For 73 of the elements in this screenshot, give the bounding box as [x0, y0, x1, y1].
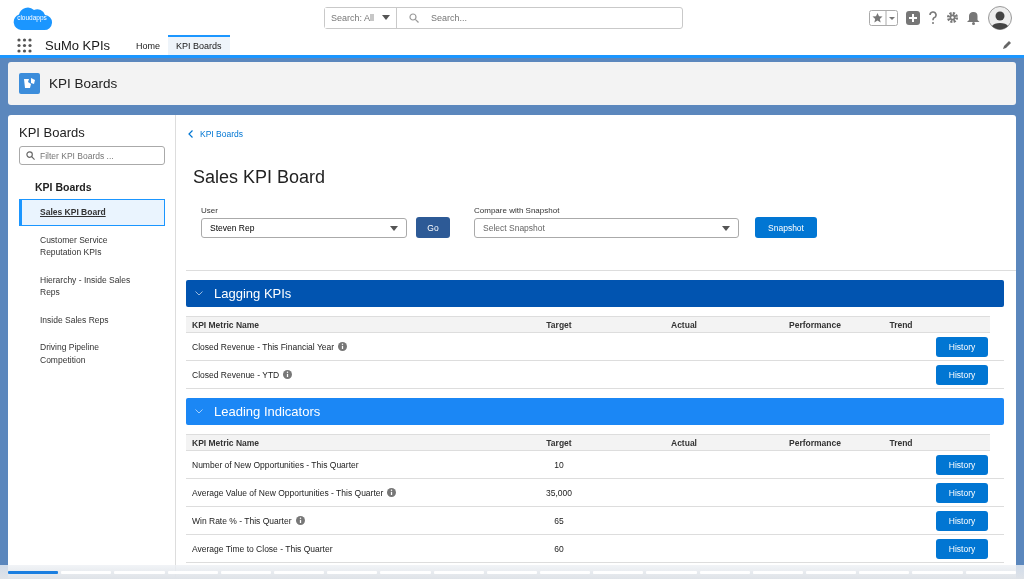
- snapshot-button[interactable]: Snapshot: [755, 217, 817, 238]
- history-button[interactable]: History: [936, 336, 988, 357]
- target-value: 35,000: [546, 487, 572, 498]
- nav-tab[interactable]: KPI Boards: [168, 35, 230, 55]
- caret-icon: [382, 15, 391, 20]
- section-title: Leading Indicators: [214, 404, 321, 419]
- info-icon[interactable]: [387, 488, 397, 497]
- metric-name: Closed Revenue - This Financial Year: [192, 341, 335, 352]
- column-header: Actual: [671, 319, 697, 330]
- column-header: Performance: [789, 319, 841, 330]
- nav-tab[interactable]: Home: [128, 35, 169, 55]
- target-value: 60: [554, 543, 564, 554]
- search-field[interactable]: Search...: [397, 7, 682, 28]
- sidebar-group-title: KPI Boards: [35, 181, 93, 193]
- caret-icon: [722, 225, 730, 231]
- search-scope-dropdown[interactable]: Search: All: [325, 7, 398, 28]
- search-bar[interactable]: Search: All Search...: [324, 6, 683, 29]
- column-header: Target: [546, 437, 572, 448]
- sidebar-title: KPI Boards: [19, 125, 86, 140]
- history-button[interactable]: History: [936, 482, 988, 503]
- app-name: SuMo KPIs: [45, 37, 111, 53]
- snapshot-dropdown[interactable]: Select Snapshot: [474, 218, 739, 238]
- metric-name: Average Value of New Opportunities - This Quarter: [192, 487, 384, 498]
- field-label: Compare with Snapshot: [474, 206, 561, 215]
- help-icon[interactable]: [928, 10, 938, 25]
- kpi-board-icon: [19, 73, 40, 94]
- sidebar-item[interactable]: Driving Pipeline Competition: [19, 334, 165, 373]
- info-icon[interactable]: [295, 516, 305, 525]
- column-header: Trend: [889, 437, 913, 448]
- column-header: Actual: [671, 437, 697, 448]
- column-header: Performance: [789, 437, 841, 448]
- metric-name: Number of New Opportunities - This Quarter: [192, 459, 359, 470]
- sidebar-item[interactable]: Sales KPI Board: [19, 199, 165, 226]
- caret-icon: [390, 225, 398, 231]
- target-value: 65: [554, 515, 564, 526]
- avatar-icon[interactable]: [988, 5, 1012, 30]
- metric-name: Closed Revenue - YTD: [192, 369, 280, 380]
- column-header: Target: [546, 319, 572, 330]
- board-title: Sales KPI Board: [193, 167, 327, 188]
- sidebar-item[interactable]: Inside Sales Reps: [19, 306, 165, 333]
- column-header: KPI Metric Name: [192, 437, 260, 448]
- info-icon[interactable]: [338, 342, 348, 351]
- history-button[interactable]: History: [936, 538, 988, 559]
- history-button[interactable]: History: [936, 454, 988, 475]
- chevron-left-icon: [188, 130, 193, 138]
- user-dropdown[interactable]: Steven Rep: [201, 218, 407, 238]
- history-button[interactable]: History: [936, 364, 988, 385]
- metric-name: Average Time to Close - This Quarter: [192, 543, 333, 554]
- section-header[interactable]: Leading Indicators: [186, 398, 1004, 425]
- app-launcher-icon[interactable]: [17, 37, 32, 53]
- breadcrumb-link[interactable]: KPI Boards: [188, 129, 1016, 139]
- metric-name: Win Rate % - This Quarter: [192, 515, 292, 526]
- page-title: KPI Boards: [49, 76, 118, 91]
- filter-field[interactable]: Filter KPI Boards ...: [19, 146, 165, 165]
- column-header: Trend: [889, 319, 913, 330]
- slide-indicator-dash[interactable]: [8, 570, 59, 574]
- go-button[interactable]: Go: [416, 217, 450, 238]
- sidebar-item[interactable]: Hierarchy - Inside Sales Reps: [19, 266, 165, 306]
- chevron-down-icon[interactable]: [195, 291, 203, 296]
- edit-pencil-icon[interactable]: [1002, 40, 1012, 50]
- history-button[interactable]: History: [936, 510, 988, 531]
- column-header: KPI Metric Name: [192, 319, 260, 330]
- add-icon[interactable]: [906, 10, 920, 25]
- notifications-bell-icon[interactable]: [967, 10, 980, 25]
- sidebar-item[interactable]: Customer Service Reputation KPIs: [19, 226, 165, 266]
- chevron-down-icon[interactable]: [195, 409, 203, 414]
- settings-icon[interactable]: [946, 11, 959, 24]
- target-value: 10: [554, 459, 564, 470]
- info-icon[interactable]: [283, 370, 293, 379]
- section-title: Lagging KPIs: [214, 286, 292, 301]
- field-label: User: [201, 206, 219, 215]
- search-icon: [409, 12, 420, 23]
- section-header[interactable]: Lagging KPIs: [186, 280, 1004, 307]
